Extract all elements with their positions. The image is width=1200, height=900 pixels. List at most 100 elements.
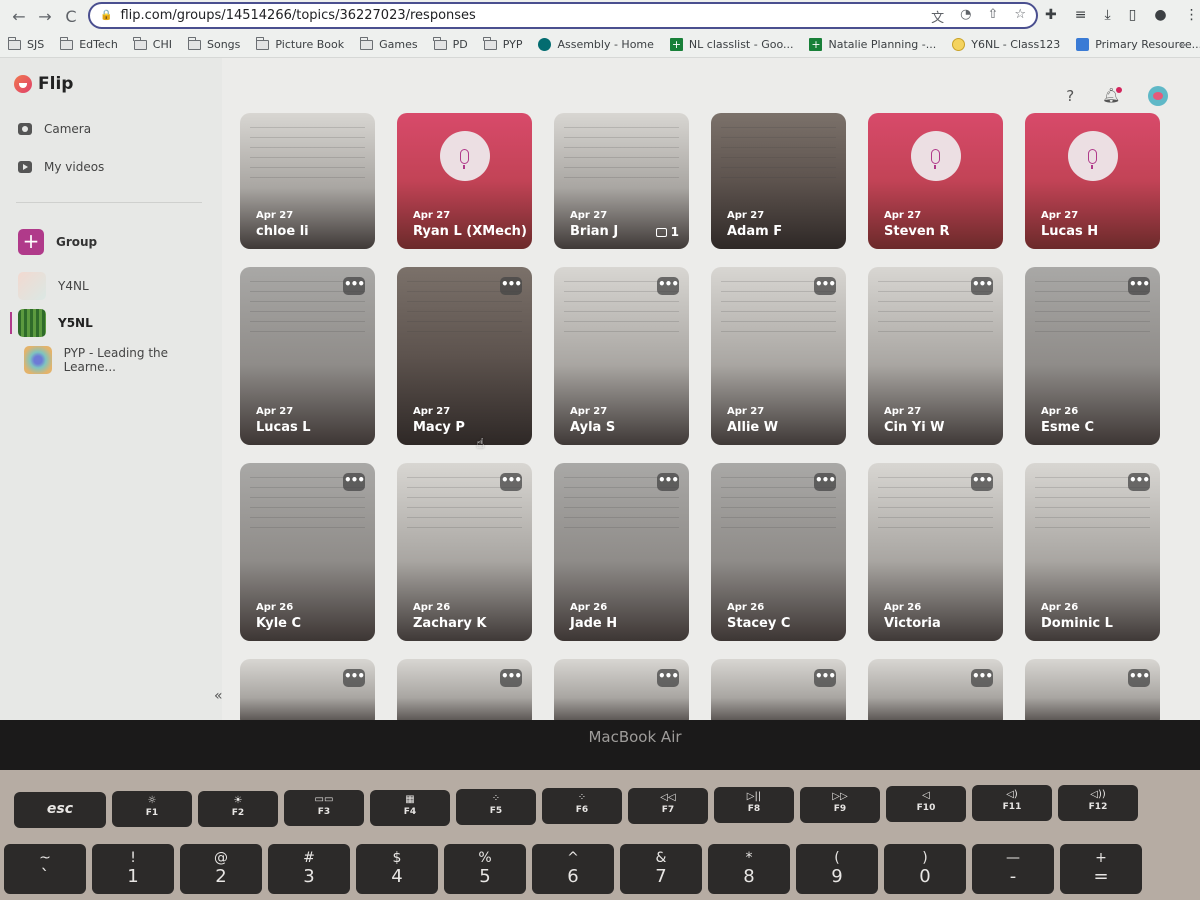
more-options-button[interactable]: ••• <box>343 669 365 687</box>
response-card[interactable]: Apr 27 chloe li <box>240 113 375 249</box>
response-card-partial[interactable]: ••• <box>397 659 532 729</box>
key-esc[interactable]: esc <box>14 792 106 828</box>
key-f9[interactable]: ▷▷ F9 <box>800 786 880 823</box>
collapse-sidebar-button[interactable]: « <box>214 688 223 704</box>
key-f12[interactable]: ◁)) F12 <box>1058 784 1138 821</box>
response-card[interactable]: Apr 27 Ryan L (XMech) <box>397 113 532 249</box>
key-=[interactable]: + = <box>1060 844 1142 894</box>
key-f7[interactable]: ◁◁ F7 <box>628 787 708 824</box>
response-card[interactable]: ••• Apr 26 Stacey C <box>711 463 846 641</box>
key-7[interactable]: & 7 <box>620 844 702 894</box>
response-card[interactable]: ••• Apr 27 Lucas L <box>240 267 375 445</box>
sidebar-item-camera[interactable]: Camera <box>18 122 91 136</box>
add-group-button[interactable]: + Group <box>18 229 97 255</box>
forward-button[interactable]: → <box>32 3 58 29</box>
more-options-button[interactable]: ••• <box>657 473 679 491</box>
more-options-button[interactable]: ••• <box>814 277 836 295</box>
bookmark-item[interactable]: PYP <box>483 36 522 51</box>
response-card[interactable]: Apr 27 Lucas H <box>1025 113 1160 249</box>
more-options-button[interactable]: ••• <box>343 473 365 491</box>
response-card[interactable]: Apr 27 Brian J 1 <box>554 113 689 249</box>
key-f8[interactable]: ▷|| F8 <box>714 787 794 824</box>
bookmark-item[interactable]: CHI <box>133 36 172 51</box>
key-8[interactable]: * 8 <box>708 844 790 894</box>
response-card[interactable]: ••• Apr 26 Victoria <box>868 463 1003 641</box>
key-f10[interactable]: ◁ F10 <box>886 786 966 822</box>
more-options-button[interactable]: ••• <box>971 473 993 491</box>
share-icon[interactable]: ⇧ <box>987 7 998 26</box>
download-icon[interactable]: ⤓ <box>1104 7 1110 23</box>
key-f3[interactable]: ▭▭ F3 <box>284 790 364 827</box>
address-bar[interactable]: 🔒 flip.com/groups/14514266/topics/362270… <box>88 2 1038 29</box>
more-options-button[interactable]: ••• <box>1128 277 1150 295</box>
menu-icon[interactable]: ⋮ <box>1185 7 1199 23</box>
more-options-button[interactable]: ••• <box>1128 473 1150 491</box>
extensions-icon[interactable]: ✚ <box>1045 7 1057 23</box>
more-options-button[interactable]: ••• <box>971 277 993 295</box>
more-options-button[interactable]: ••• <box>814 473 836 491</box>
key-f11[interactable]: ◁) F11 <box>972 785 1052 822</box>
bookmark-item[interactable]: SJS <box>7 36 44 51</box>
response-card-partial[interactable]: ••• <box>240 659 375 729</box>
bookmark-item[interactable]: Y6NL - Class123 <box>952 38 1060 51</box>
response-card-partial[interactable]: ••• <box>711 659 846 729</box>
bookmark-item[interactable]: Songs <box>187 36 240 51</box>
more-options-button[interactable]: ••• <box>343 277 365 295</box>
key-f1[interactable]: ☼ F1 <box>112 791 192 828</box>
response-card[interactable]: ••• Apr 26 Esme C <box>1025 267 1160 445</box>
notifications-button[interactable]: 🔔︎ <box>1102 87 1122 104</box>
key-1[interactable]: ! 1 <box>92 844 174 894</box>
sidebar-group-pyp[interactable]: PYP - Leading the Learne... <box>24 346 222 374</box>
response-card[interactable]: ••• Apr 26 Dominic L <box>1025 463 1160 641</box>
comment-count[interactable]: 1 <box>655 225 679 239</box>
sidebar-item-my-videos[interactable]: My videos <box>18 160 104 174</box>
key-9[interactable]: (9 <box>796 844 878 894</box>
bookmark-item[interactable]: + Natalie Planning -... <box>809 38 936 51</box>
response-card-partial[interactable]: ••• <box>1025 659 1160 729</box>
bookmark-item[interactable]: EdTech <box>59 36 118 51</box>
more-options-button[interactable]: ••• <box>814 669 836 687</box>
help-icon[interactable]: ? <box>1066 87 1074 105</box>
response-card[interactable]: Apr 27 Adam F <box>711 113 846 249</box>
user-avatar[interactable] <box>1148 86 1168 106</box>
profile-icon[interactable]: ● <box>1154 7 1166 23</box>
back-button[interactable]: ← <box>6 3 32 29</box>
bookmark-item[interactable]: Picture Book <box>255 36 344 51</box>
response-card[interactable]: Apr 27 Steven R <box>868 113 1003 249</box>
media-icon[interactable]: ≡ <box>1075 7 1087 23</box>
bookmark-item[interactable]: Assembly - Home <box>538 38 654 51</box>
response-card-partial[interactable]: ••• <box>868 659 1003 729</box>
response-card[interactable]: ••• Apr 26 Jade H <box>554 463 689 641</box>
more-options-button[interactable]: ••• <box>657 669 679 687</box>
key-4[interactable]: $4 <box>356 844 438 894</box>
key-f2[interactable]: ☀ F2 <box>198 790 278 827</box>
more-options-button[interactable]: ••• <box>500 277 522 295</box>
key-6[interactable]: ^ 6 <box>532 844 614 894</box>
key-5[interactable]: % 5 <box>444 844 526 894</box>
bookmark-star-icon[interactable]: ☆ <box>1014 7 1026 26</box>
performance-icon[interactable]: ◔ <box>960 7 971 26</box>
response-card-partial[interactable]: ••• <box>554 659 689 729</box>
sidebar-group-y4nl[interactable]: Y4NL <box>18 272 89 300</box>
translate-icon[interactable]: 文 <box>931 7 944 26</box>
more-options-button[interactable]: ••• <box>500 473 522 491</box>
key-f6[interactable]: ⁘ F6 <box>542 788 622 825</box>
more-options-button[interactable]: ••• <box>971 669 993 687</box>
key-f5[interactable]: ⁘ F5 <box>456 789 536 825</box>
bookmark-item[interactable]: PD <box>433 36 468 51</box>
bookmarks-overflow-button[interactable]: » <box>1179 38 1186 51</box>
bookmark-item[interactable]: Games <box>359 36 418 51</box>
response-card[interactable]: ••• Apr 26 Kyle C <box>240 463 375 641</box>
bookmark-item[interactable]: + NL classlist - Goo... <box>669 38 793 51</box>
response-card[interactable]: ••• Apr 26 Zachary K <box>397 463 532 641</box>
response-card[interactable]: ••• Apr 27 Cin Yi W <box>868 267 1003 445</box>
key-2[interactable]: @2 <box>180 844 262 894</box>
reload-button[interactable]: C <box>58 3 84 29</box>
flip-logo[interactable]: Flip <box>14 74 73 94</box>
key--[interactable]: — - <box>972 844 1054 894</box>
response-card[interactable]: ••• Apr 27 Ayla S <box>554 267 689 445</box>
more-options-button[interactable]: ••• <box>1128 669 1150 687</box>
key-3[interactable]: #3 <box>268 844 350 894</box>
more-options-button[interactable]: ••• <box>500 669 522 687</box>
key-0[interactable]: ) 0 <box>884 844 966 894</box>
